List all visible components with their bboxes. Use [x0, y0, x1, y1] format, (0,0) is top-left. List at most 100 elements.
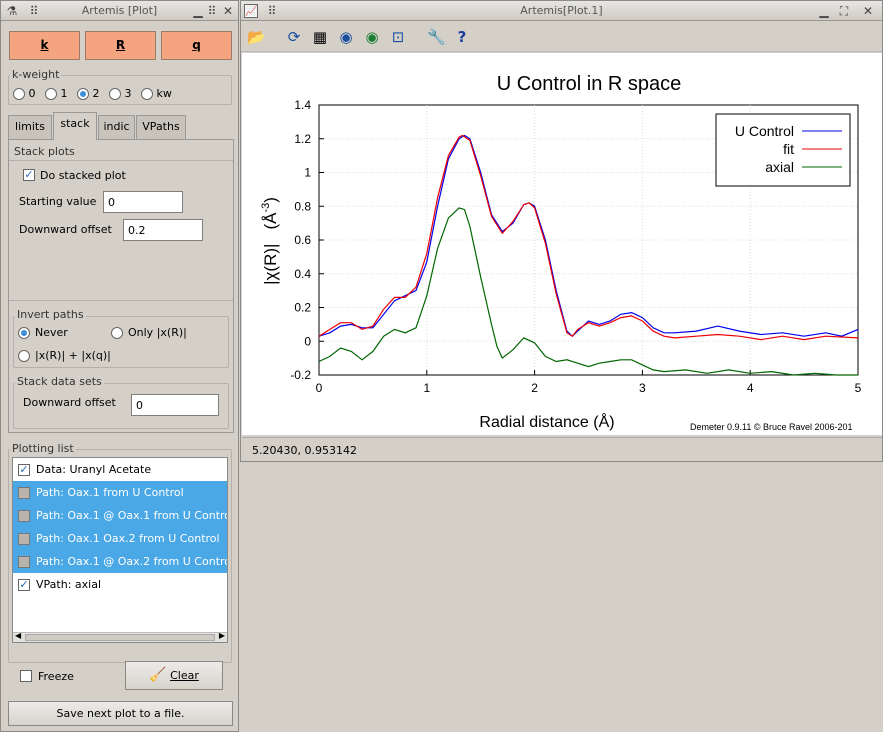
stack-plots-label: Stack plots: [14, 145, 75, 158]
right-titlebar: 📈 ⠿ Artemis[Plot.1] ▁ ⛶ ✕: [241, 1, 882, 21]
plot-area[interactable]: U Control in R space 0 1 2 3 4 5 -0.2 0 0.2 0.4 0.…: [242, 53, 882, 435]
save-next-plot-button[interactable]: Save next plot to a file.: [8, 701, 233, 726]
kweight-label: k-weight: [10, 68, 62, 81]
invert-never-radio[interactable]: [18, 327, 30, 339]
y-axis-label-close: ): [261, 197, 280, 203]
downward-offset-input[interactable]: 0.2: [123, 219, 203, 241]
y-tick-label: 0.6: [294, 233, 311, 247]
kweight-option-label: 2: [92, 87, 100, 100]
list-item-label: Path: Oax.1 @ Oax.2 from U Control: [36, 555, 227, 568]
chart-title: U Control in R space: [497, 73, 682, 95]
do-stacked-label: Do stacked plot: [40, 169, 126, 182]
legend-label-u-control: U Control: [735, 123, 794, 139]
list-item-label: VPath: axial: [36, 578, 101, 591]
freeze-label: Freeze: [38, 670, 74, 683]
checkbox[interactable]: [18, 487, 30, 499]
settings-wrench-icon[interactable]: 🔧: [427, 28, 446, 46]
close-icon[interactable]: ✕: [861, 4, 875, 18]
zoom-fit-icon[interactable]: ⊡: [389, 28, 407, 46]
checkbox-checked[interactable]: ✓: [18, 579, 30, 591]
kweight-radio-kw[interactable]: [141, 88, 153, 100]
y-axis-label: |χ(R)| (Å-3): [260, 197, 280, 285]
kweight-radio-0[interactable]: [13, 88, 25, 100]
help-icon[interactable]: ?: [453, 28, 471, 46]
x-tick-label: 2: [531, 381, 538, 395]
kweight-option-label: 3: [124, 87, 132, 100]
tab-limits[interactable]: limits: [8, 115, 52, 139]
grid-icon[interactable]: ▦: [311, 28, 329, 46]
scroll-right-icon[interactable]: ▶: [219, 631, 225, 640]
clear-label: Clear: [170, 669, 199, 682]
status-bar: 5.20430, 0.953142: [242, 437, 882, 461]
list-item[interactable]: Path: Oax.1 Oax.2 from U Control: [13, 527, 227, 550]
x-tick-label: 0: [316, 381, 323, 395]
starting-value-label: Starting value: [19, 195, 97, 208]
kweight-radio-2[interactable]: [77, 88, 89, 100]
checkbox[interactable]: [18, 533, 30, 545]
x-tick-label: 3: [639, 381, 646, 395]
close-icon[interactable]: ✕: [221, 4, 235, 18]
minimize-icon[interactable]: ▁: [817, 4, 831, 18]
do-stacked-checkbox[interactable]: ✓: [23, 169, 35, 181]
kweight-radio-3[interactable]: [109, 88, 121, 100]
x-tick-label: 4: [747, 381, 754, 395]
refresh-icon[interactable]: ⟳: [285, 28, 303, 46]
kweight-radio-1[interactable]: [45, 88, 57, 100]
resize-icon[interactable]: ⠿: [205, 4, 219, 18]
data-downward-offset-input[interactable]: 0: [131, 394, 219, 416]
list-item[interactable]: Path: Oax.1 @ Oax.1 from U Control: [13, 504, 227, 527]
y-tick-label: -0.2: [290, 368, 311, 382]
stack-tab-panel: Stack plots ✓ Do stacked plot Starting v…: [8, 139, 234, 433]
legend: U Control fit axial: [715, 113, 851, 187]
plotting-list[interactable]: ✓ Data: Uranyl Acetate Path: Oax.1 from U…: [12, 457, 228, 643]
invert-both-radio[interactable]: [18, 350, 30, 362]
checkbox-checked[interactable]: ✓: [18, 464, 30, 476]
scrollbar-thumb[interactable]: [25, 634, 215, 641]
list-item[interactable]: Path: Oax.1 from U Control: [13, 481, 227, 504]
list-item-label: Path: Oax.1 from U Control: [36, 486, 184, 499]
y-tick-label: 0.4: [294, 267, 311, 281]
invert-only-label: Only |x(R)|: [128, 326, 187, 339]
y-axis-label-main: |χ(R)|: [261, 244, 280, 285]
starting-value-input[interactable]: 0: [103, 191, 183, 213]
clear-button[interactable]: 🧹 Clear: [125, 661, 223, 690]
x-tick-label: 5: [855, 381, 862, 395]
scroll-left-icon[interactable]: ◀: [15, 631, 21, 640]
list-item-label: Data: Uranyl Acetate: [36, 463, 152, 476]
tab-indic[interactable]: indic: [98, 115, 135, 139]
plot-k-button[interactable]: k: [9, 31, 80, 60]
horizontal-scrollbar[interactable]: ◀ ▶: [13, 631, 227, 642]
r-space-chart[interactable]: U Control in R space 0 1 2 3 4 5 -0.2 0 0.2 0.4 0.…: [242, 53, 882, 435]
credit-text: Demeter 0.9.11 © Bruce Ravel 2006-201: [690, 422, 853, 432]
checkbox[interactable]: [18, 556, 30, 568]
plot-toolbar: 📂 ⟳ ▦ ◉ ◉ ⊡ 🔧 ?: [241, 22, 882, 52]
list-item[interactable]: Path: Oax.1 @ Oax.2 from U Control: [13, 550, 227, 573]
divider: [9, 300, 233, 301]
kweight-option-label: 1: [60, 87, 68, 100]
invert-only-radio[interactable]: [111, 327, 123, 339]
y-tick-label: 0: [304, 334, 311, 348]
zoom-out-icon[interactable]: ◉: [337, 28, 355, 46]
legend-label-fit: fit: [783, 141, 794, 157]
list-item[interactable]: ✓ VPath: axial: [13, 573, 227, 596]
cursor-coordinates: 5.20430, 0.953142: [252, 444, 357, 457]
plot-q-button[interactable]: q: [161, 31, 232, 60]
kweight-options: 0 1 2 3 kw: [13, 87, 172, 100]
kweight-option-label: kw: [156, 87, 172, 100]
downward-offset-label: Downward offset: [19, 223, 112, 236]
tab-stack[interactable]: stack: [53, 112, 97, 140]
minimize-icon[interactable]: ▁: [191, 4, 205, 18]
zoom-in-icon[interactable]: ◉: [363, 28, 381, 46]
tab-vpaths[interactable]: VPaths: [136, 115, 186, 139]
checkbox[interactable]: [18, 510, 30, 522]
y-tick-label: 0.8: [294, 199, 311, 213]
y-tick-label: 1.4: [294, 98, 311, 112]
y-tick-label: 1.2: [294, 132, 311, 146]
open-file-icon[interactable]: 📂: [247, 28, 266, 46]
freeze-checkbox[interactable]: [20, 670, 32, 682]
list-item[interactable]: ✓ Data: Uranyl Acetate: [13, 458, 227, 481]
legend-label-axial: axial: [765, 159, 794, 175]
window-title: Artemis[Plot.1]: [520, 4, 603, 17]
plot-r-button[interactable]: R: [85, 31, 156, 60]
maximize-icon[interactable]: ⛶: [837, 4, 851, 18]
